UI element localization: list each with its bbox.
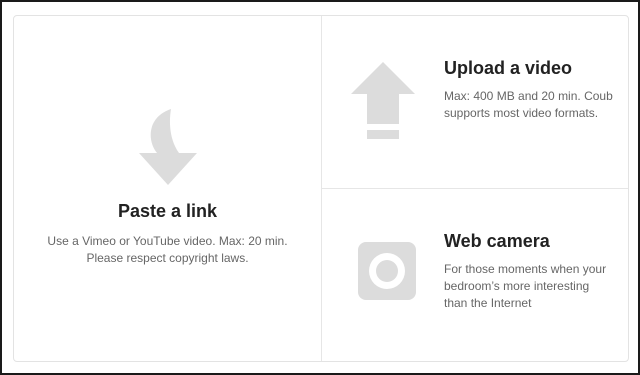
upload-video-title: Upload a video xyxy=(444,58,573,78)
web-camera-title: Web camera xyxy=(444,231,550,251)
paste-link-title: Paste a link xyxy=(117,201,218,221)
upload-video-option[interactable]: Upload a video Max: 400 MB and 20 min. C… xyxy=(322,16,628,188)
paste-link-option[interactable]: Paste a link Use a Vimeo or YouTube vide… xyxy=(14,16,321,361)
web-camera-option[interactable]: Web camera For those moments when your b… xyxy=(322,189,628,361)
dialog-frame: Paste a link Use a Vimeo or YouTube vide… xyxy=(0,0,640,375)
video-source-panel: Paste a link Use a Vimeo or YouTube vide… xyxy=(13,15,629,362)
web-camera-description: For those moments when your bedroom’s mo… xyxy=(444,262,607,310)
upload-arrow-icon xyxy=(351,62,415,139)
upload-video-description: Max: 400 MB and 20 min. Coub supports mo… xyxy=(444,89,613,120)
curved-down-arrow-icon xyxy=(139,109,197,185)
web-camera-icon xyxy=(358,242,416,300)
paste-link-description: Use a Vimeo or YouTube video. Max: 20 mi… xyxy=(47,234,288,265)
